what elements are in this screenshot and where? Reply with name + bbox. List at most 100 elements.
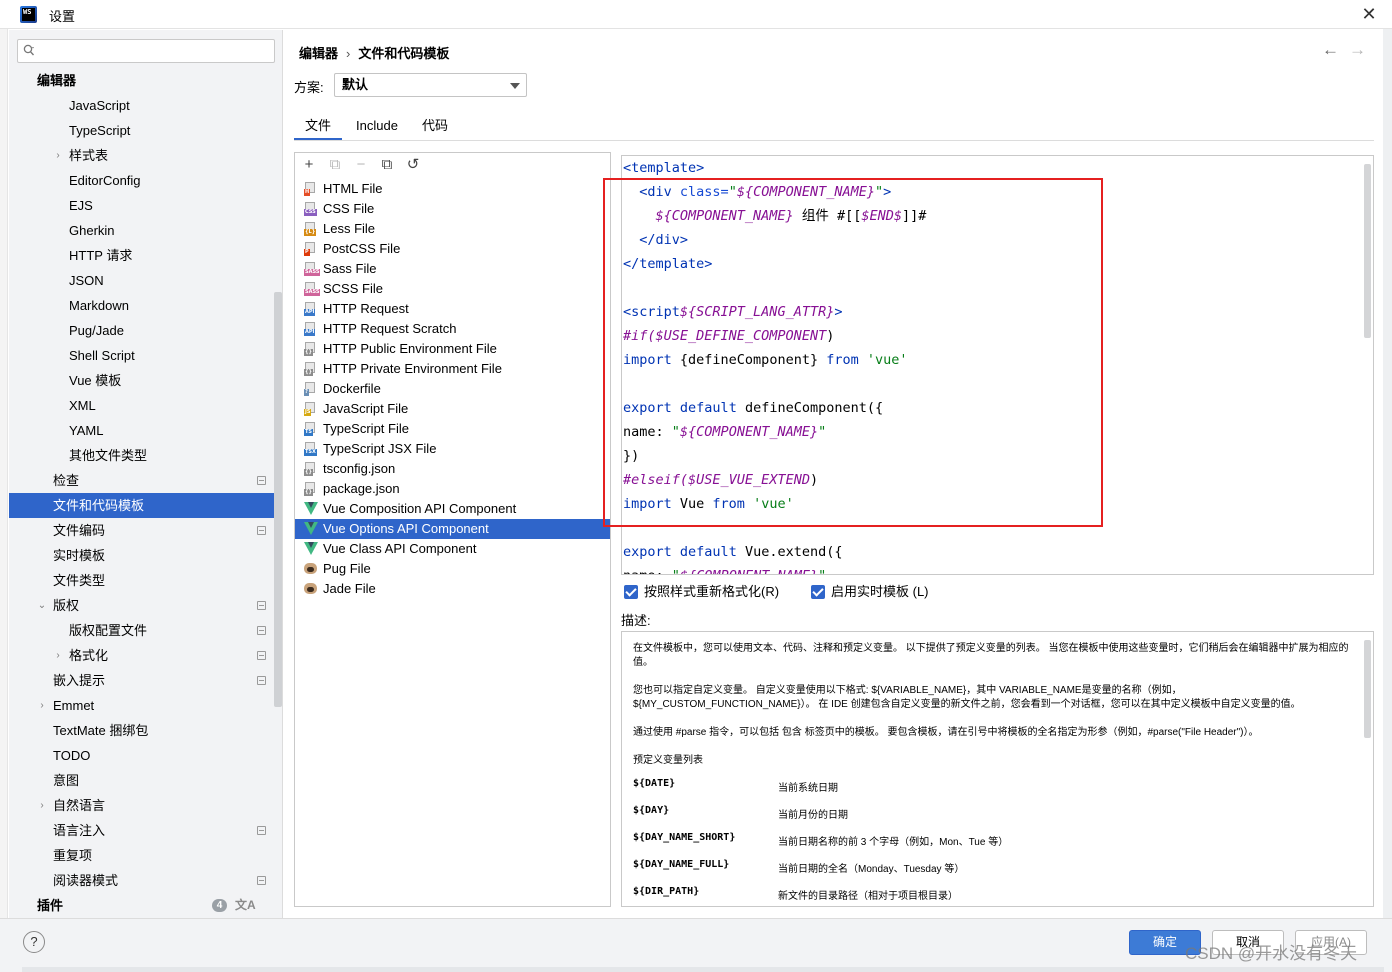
sidebar-item[interactable]: TypeScript <box>9 118 282 143</box>
template-list-item[interactable]: TS TypeScript File <box>295 419 610 439</box>
chevron-down-icon <box>510 83 520 89</box>
chevron-right-icon[interactable]: › <box>52 143 64 168</box>
template-list-item[interactable]: {L} Less File <box>295 219 610 239</box>
sidebar-item[interactable]: 版权配置文件 <box>9 618 282 643</box>
live-templates-checkbox[interactable]: 启用实时模板 (L) <box>811 584 941 600</box>
sidebar-item[interactable]: YAML <box>9 418 282 443</box>
back-arrow-icon[interactable]: ← <box>1322 40 1339 60</box>
sidebar-item[interactable]: › 样式表 <box>9 143 282 168</box>
right-edge-strip <box>1383 29 1392 919</box>
sidebar-item[interactable]: XML <box>9 393 282 418</box>
template-list-item[interactable]: TSX TypeScript JSX File <box>295 439 610 459</box>
template-list-item[interactable]: CSS CSS File <box>295 199 610 219</box>
template-list-item[interactable]: JS JavaScript File <box>295 399 610 419</box>
description-scrollbar[interactable] <box>1364 640 1371 738</box>
sidebar-item[interactable]: ⌄ 版权 <box>9 593 282 618</box>
tab-files[interactable]: 文件 <box>294 113 342 141</box>
variable-description: 当前月份的日期 <box>778 810 848 821</box>
template-list-item[interactable]: {} tsconfig.json <box>295 459 610 479</box>
webstorm-logo-icon: WS <box>20 6 37 23</box>
reset-template-icon[interactable]: ↺ <box>404 155 422 175</box>
template-list-item[interactable]: {} HTTP Public Environment File <box>295 339 610 359</box>
chevron-right-icon[interactable]: › <box>36 693 48 718</box>
sidebar-item[interactable]: EditorConfig <box>9 168 282 193</box>
add-template-icon[interactable]: + <box>300 155 318 175</box>
template-list-item[interactable]: Vue Composition API Component <box>295 499 610 519</box>
tab-code[interactable]: 代码 <box>416 113 454 141</box>
chevron-down-icon[interactable]: ⌄ <box>36 593 48 618</box>
copy-template-icon[interactable]: ⧉ <box>378 155 396 175</box>
sidebar-item-label: 语言注入 <box>53 823 106 838</box>
sidebar-item[interactable]: 文件类型 <box>9 568 282 593</box>
chevron-right-icon[interactable]: › <box>36 793 48 818</box>
sidebar-item[interactable]: 文件和代码模板 <box>9 493 282 518</box>
sidebar-item[interactable]: 语言注入 <box>9 818 282 843</box>
sidebar-item[interactable]: Markdown <box>9 293 282 318</box>
template-list-item[interactable]: Pug File <box>295 559 610 579</box>
template-list-item[interactable]: ? Dockerfile <box>295 379 610 399</box>
sidebar-item[interactable]: 编辑器 <box>9 68 282 93</box>
create-child-template-icon[interactable]: ⧉ <box>326 155 344 175</box>
template-name: tsconfig.json <box>323 461 396 476</box>
reformat-checkbox[interactable]: 按照样式重新格式化(R) <box>624 584 794 600</box>
template-list-item[interactable]: API HTTP Request Scratch <box>295 319 610 339</box>
sidebar-item-label: 检查 <box>53 473 80 488</box>
close-icon[interactable]: ✕ <box>1359 4 1379 24</box>
sidebar-item[interactable]: Vue 模板 <box>9 368 282 393</box>
template-list-item[interactable]: API HTTP Request <box>295 299 610 319</box>
sidebar-item[interactable]: › Emmet <box>9 693 282 718</box>
sidebar-item[interactable]: Pug/Jade <box>9 318 282 343</box>
sidebar-item[interactable]: EJS <box>9 193 282 218</box>
sidebar-item[interactable]: 嵌入提示 <box>9 668 282 693</box>
sidebar-item[interactable]: 实时模板 <box>9 543 282 568</box>
code-token: Vue.extend({ <box>736 544 843 560</box>
sidebar-item[interactable]: HTTP 请求 <box>9 243 282 268</box>
help-icon[interactable]: ? <box>23 931 45 953</box>
template-list-item[interactable]: Vue Options API Component <box>295 519 610 539</box>
sidebar-item-label: 意图 <box>53 773 80 788</box>
file-type-tag: {L} <box>304 229 317 236</box>
sidebar-item[interactable]: 重复项 <box>9 843 282 868</box>
sidebar-item[interactable]: 插件 4 文A <box>9 893 282 918</box>
sidebar-item[interactable]: Shell Script <box>9 343 282 368</box>
scheme-select[interactable]: 默认 <box>334 73 527 97</box>
template-list-item[interactable]: SASS SCSS File <box>295 279 610 299</box>
sidebar-item-label: 样式表 <box>69 148 109 163</box>
file-type-tag: JS <box>304 409 312 416</box>
breadcrumb: 编辑器 › 文件和代码模板 <box>299 43 449 62</box>
template-list-item[interactable]: SASS Sass File <box>295 259 610 279</box>
template-list-item[interactable]: {} HTTP Private Environment File <box>295 359 610 379</box>
sidebar-scrollbar[interactable] <box>274 292 282 707</box>
sidebar-item[interactable]: 意图 <box>9 768 282 793</box>
template-list-item[interactable]: P PostCSS File <box>295 239 610 259</box>
template-list-item[interactable]: {} package.json <box>295 479 610 499</box>
template-name: HTTP Request Scratch <box>323 321 457 336</box>
sidebar-item[interactable]: Gherkin <box>9 218 282 243</box>
pug-logo-icon <box>304 583 317 594</box>
sidebar-item[interactable]: 文件编码 <box>9 518 282 543</box>
project-scope-icon <box>257 476 266 485</box>
tab-include[interactable]: Include <box>348 113 406 141</box>
template-list-item[interactable]: Jade File <box>295 579 610 599</box>
template-list-item[interactable]: Vue Class API Component <box>295 539 610 559</box>
editor-scrollbar[interactable] <box>1364 164 1371 338</box>
sidebar-item[interactable]: JSON <box>9 268 282 293</box>
sidebar-item[interactable]: TextMate 捆绑包 <box>9 718 282 743</box>
breadcrumb-current: 文件和代码模板 <box>358 46 450 61</box>
remove-template-icon[interactable]: − <box>352 155 370 175</box>
sidebar-item[interactable]: TODO <box>9 743 282 768</box>
forward-arrow-icon[interactable]: → <box>1349 40 1366 60</box>
sidebar-item[interactable]: 其他文件类型 <box>9 443 282 468</box>
code-line: <template> <box>623 156 704 180</box>
sidebar-item[interactable]: › 格式化 <box>9 643 282 668</box>
sidebar-item[interactable]: 阅读器模式 <box>9 868 282 893</box>
settings-search-input[interactable] <box>17 39 275 63</box>
sidebar-item-label: Shell Script <box>69 348 135 363</box>
sidebar-item[interactable]: 检查 <box>9 468 282 493</box>
breadcrumb-parent[interactable]: 编辑器 <box>299 46 338 61</box>
sidebar-item[interactable]: › 自然语言 <box>9 793 282 818</box>
sidebar-item-label: 版权 <box>53 598 80 613</box>
template-list-item[interactable]: H HTML File <box>295 179 610 199</box>
sidebar-item[interactable]: JavaScript <box>9 93 282 118</box>
chevron-right-icon[interactable]: › <box>52 643 64 668</box>
